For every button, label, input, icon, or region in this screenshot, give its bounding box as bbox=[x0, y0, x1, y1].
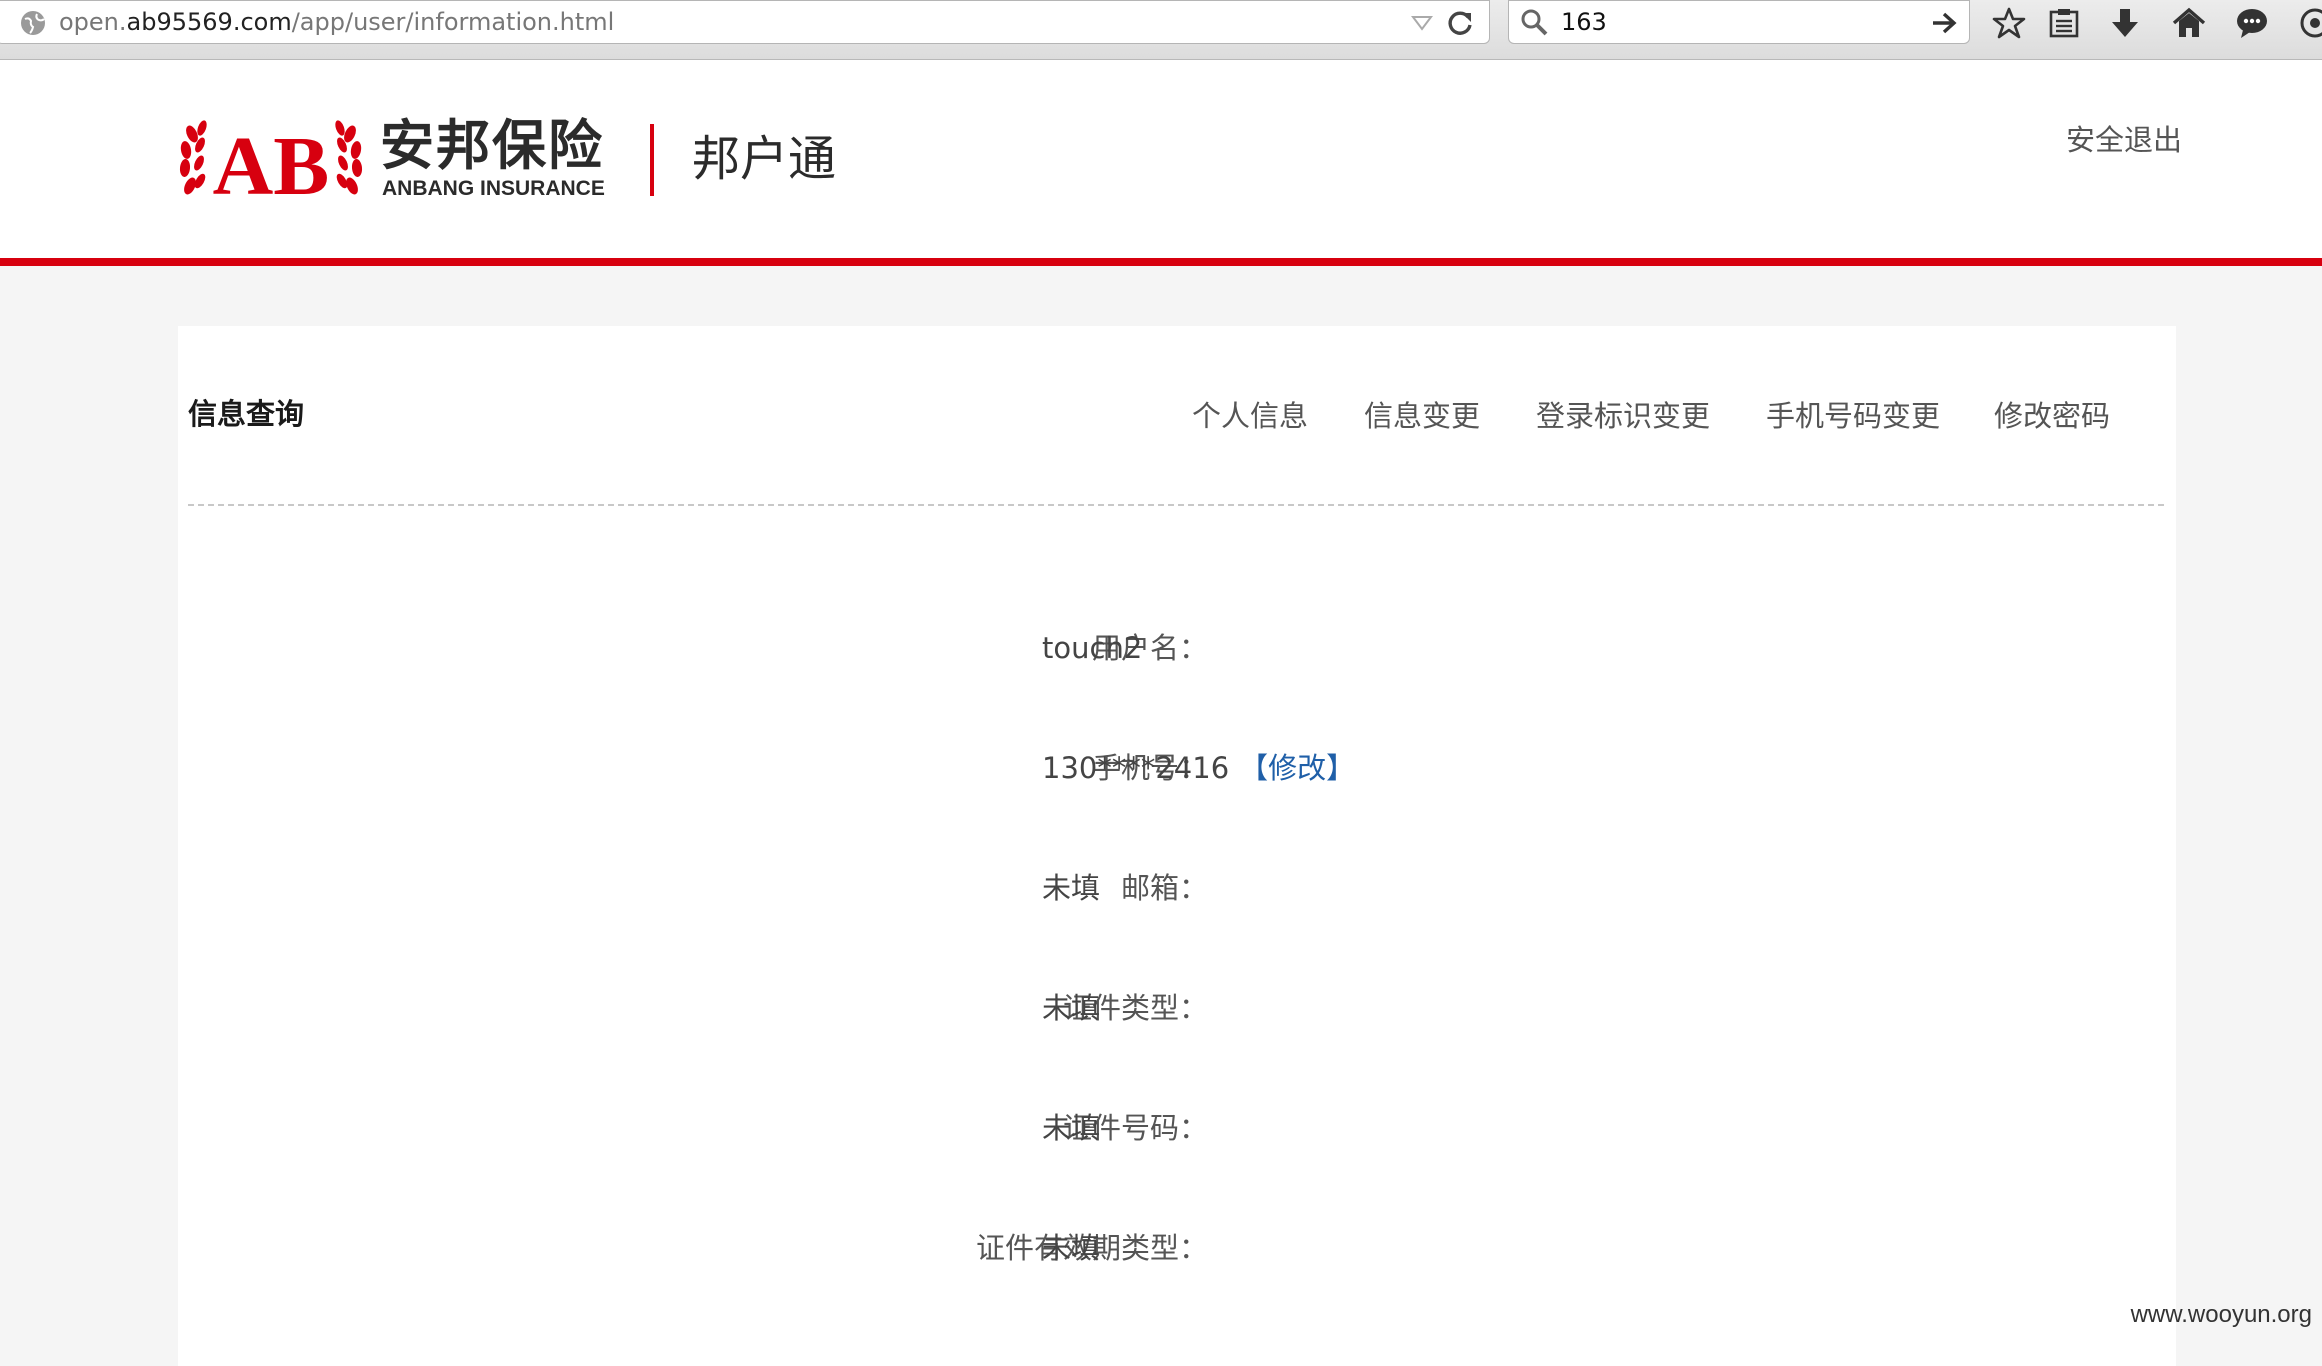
reload-icon[interactable] bbox=[1445, 8, 1475, 38]
field-value-phone-wrap: 130****2416 【修改】 bbox=[1042, 748, 1355, 788]
home-icon[interactable] bbox=[2172, 6, 2206, 40]
addon-icon[interactable] bbox=[2298, 6, 2322, 40]
tab-personal-info[interactable]: 个人信息 bbox=[1192, 398, 1308, 434]
go-icon[interactable] bbox=[1929, 8, 1959, 38]
url-path: /app/user/information.html bbox=[291, 8, 615, 36]
logo-divider bbox=[650, 124, 654, 196]
field-label-email: 邮箱： bbox=[1120, 871, 1208, 905]
field-value-phone: 130****2416 bbox=[1042, 751, 1230, 785]
logout-link[interactable]: 安全退出 bbox=[2066, 122, 2182, 158]
field-value-id-validity-type: 未填 bbox=[1042, 1231, 1101, 1265]
field-value-id-type: 未填 bbox=[1042, 991, 1101, 1025]
tab-phone-change[interactable]: 手机号码变更 bbox=[1766, 398, 1940, 434]
field-value-username: touch2 bbox=[1042, 631, 1143, 665]
header-accent-line bbox=[0, 258, 2322, 266]
url-prefix: open. bbox=[59, 8, 127, 36]
chat-icon[interactable] bbox=[2235, 6, 2269, 40]
field-row-phone: 手机号： 130****2416 【修改】 bbox=[178, 748, 2176, 788]
browser-toolbar: open.ab95569.com/app/user/information.ht… bbox=[0, 0, 2322, 60]
anbang-logo-icon: AB bbox=[179, 120, 363, 202]
globe-icon bbox=[21, 11, 45, 35]
field-row-id-type: 证件类型： 未填 bbox=[178, 988, 2176, 1028]
star-icon[interactable] bbox=[1992, 6, 2026, 40]
field-row-id-validity-type: 证件有效期类型： 未填 bbox=[178, 1228, 2176, 1268]
dropdown-icon[interactable] bbox=[1411, 13, 1433, 33]
search-input[interactable]: 163 bbox=[1561, 7, 1607, 37]
field-value-id-number: 未填 bbox=[1042, 1111, 1101, 1145]
logo-english-name: ANBANG INSURANCE bbox=[382, 177, 605, 200]
field-value-email: 未填 bbox=[1042, 871, 1101, 905]
tab-info-change[interactable]: 信息变更 bbox=[1364, 398, 1480, 434]
edit-phone-link[interactable]: 【修改】 bbox=[1239, 751, 1355, 785]
section-divider bbox=[188, 504, 2164, 506]
logo-chinese-name: 安邦保险 bbox=[380, 114, 604, 177]
download-icon[interactable] bbox=[2108, 6, 2142, 40]
url-text[interactable]: open.ab95569.com/app/user/information.ht… bbox=[59, 7, 614, 37]
field-row-id-number: 证件号码： 未填 bbox=[178, 1108, 2176, 1148]
search-icon bbox=[1521, 9, 1548, 36]
url-host: ab95569.com bbox=[126, 8, 292, 36]
tab-change-password[interactable]: 修改密码 bbox=[1994, 398, 2110, 434]
tab-login-id-change[interactable]: 登录标识变更 bbox=[1536, 398, 1710, 434]
search-bar[interactable]: 163 bbox=[1508, 0, 1970, 44]
info-panel: 信息查询 个人信息 信息变更 登录标识变更 手机号码变更 修改密码 用户名： t… bbox=[178, 326, 2176, 1366]
address-bar[interactable]: open.ab95569.com/app/user/information.ht… bbox=[0, 0, 1490, 44]
watermark: www.wooyun.org bbox=[2130, 1301, 2312, 1328]
product-name: 邦户通 bbox=[692, 131, 837, 187]
section-title: 信息查询 bbox=[188, 397, 305, 431]
logo-mark-text: AB bbox=[213, 120, 330, 202]
field-row-email: 邮箱： 未填 bbox=[178, 868, 2176, 908]
reading-list-icon[interactable] bbox=[2047, 6, 2081, 40]
field-row-username: 用户名： touch2 bbox=[178, 628, 2176, 668]
site-header: AB 安邦保险 ANBANG INSURANCE 邦户通 安全退出 bbox=[0, 60, 2322, 258]
